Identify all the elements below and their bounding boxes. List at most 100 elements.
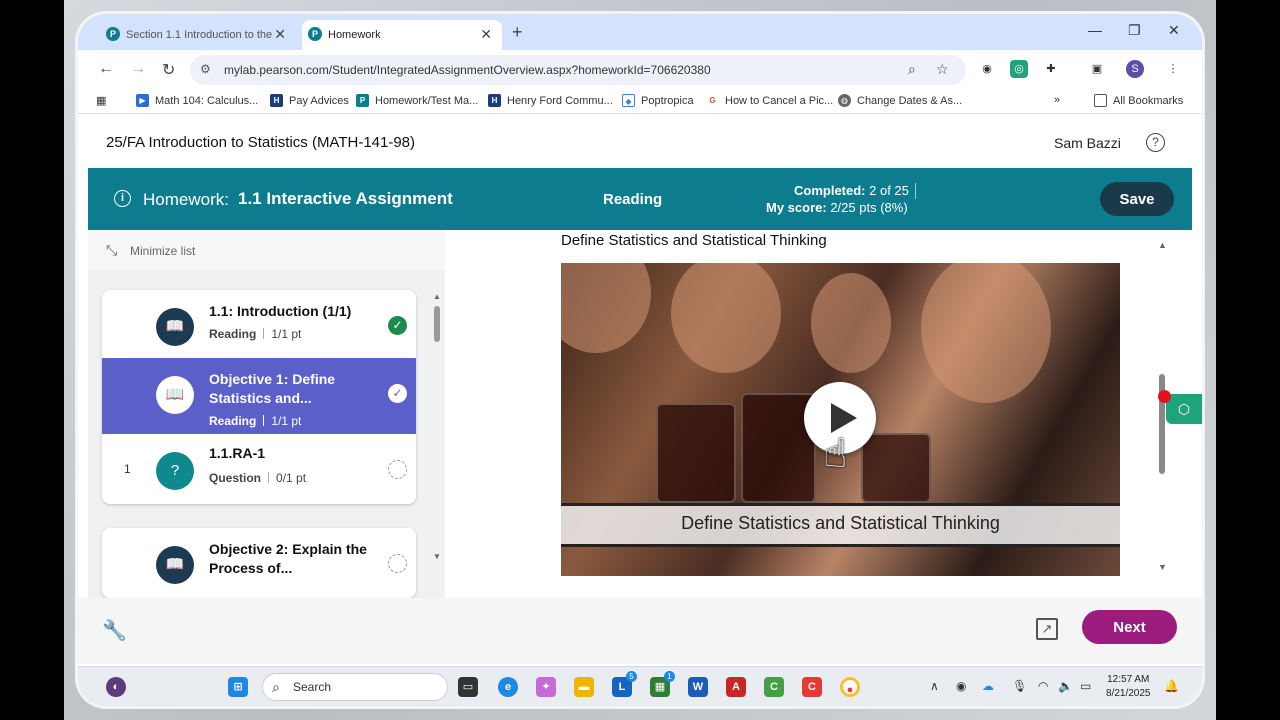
restore-window-icon[interactable]: ❐ (1128, 22, 1141, 39)
apps-icon[interactable]: ▦ (96, 94, 106, 107)
tab-homework[interactable]: P Homework ✕ (302, 20, 502, 50)
list-item[interactable]: 📖 1.1: Introduction (1/1) Reading 1/1 pt … (102, 290, 416, 366)
assignment-banner: i Homework: 1.1 Interactive Assignment R… (88, 168, 1192, 230)
all-bookmarks[interactable]: All Bookmarks (1094, 94, 1183, 107)
task-view-icon[interactable]: ▭ (458, 677, 478, 697)
globe-icon: ◍ (838, 94, 851, 107)
extension-icon[interactable]: ◉ (978, 60, 996, 78)
address-bar[interactable]: ⚙ mylab.pearson.com/Student/IntegratedAs… (190, 55, 966, 85)
screen-border-right (1216, 0, 1280, 720)
tab-section-intro[interactable]: P Section 1.1 Introduction to the ✕ (100, 20, 296, 50)
user-name[interactable]: Sam Bazzi (1054, 135, 1121, 151)
video-frame-shape (921, 263, 1051, 403)
video-frame-shape (656, 403, 736, 503)
item-type: Reading (209, 327, 257, 341)
bookmark-homework-test[interactable]: P Homework/Test Ma... (356, 94, 478, 107)
clock-date: 8/21/2025 (1106, 688, 1151, 699)
list-scrollbar[interactable]: ▲ ▼ (433, 292, 441, 562)
item-points: 1/1 pt (271, 327, 302, 341)
scroll-up-icon[interactable]: ▲ (433, 292, 441, 301)
minimize-list-button[interactable]: ⤡ Minimize list (88, 230, 445, 270)
minimize-list-label: Minimize list (130, 244, 196, 258)
completed-status: Completed: 2 of 25 (794, 183, 909, 198)
scroll-down-icon[interactable]: ▼ (1158, 562, 1167, 572)
tab-search-icon[interactable]: ▣ (1088, 60, 1106, 78)
video-player[interactable]: Define Statistics and Statistical Thinki… (561, 263, 1120, 576)
reload-icon[interactable]: ↻ (162, 60, 175, 80)
browser-toolbar: ← → ↻ ⚙ mylab.pearson.com/Student/Integr… (78, 50, 1202, 90)
word-icon[interactable]: W (688, 677, 708, 697)
help-icon[interactable]: ? (1146, 133, 1165, 152)
wrench-icon[interactable]: 🔧 (102, 618, 127, 643)
edge-icon[interactable]: e (498, 677, 518, 697)
menu-icon[interactable]: ⋮ (1164, 60, 1182, 78)
video-frame-shape (561, 263, 651, 353)
screen-border-left (0, 0, 64, 720)
tray-app-icon[interactable]: ◉ (956, 679, 966, 693)
info-icon[interactable]: i (114, 190, 131, 207)
video-frame-shape (861, 433, 931, 503)
incomplete-icon (388, 460, 407, 479)
file-explorer-icon[interactable]: ▬ (574, 677, 594, 697)
new-tab-icon[interactable]: + (512, 22, 523, 43)
recording-dot-icon (1158, 390, 1171, 403)
minimize-window-icon[interactable]: — (1088, 22, 1102, 38)
list-item[interactable]: 📖 Objective 2: Explain the Process of... (102, 528, 416, 604)
bookmark-henry-ford[interactable]: H Henry Ford Commu... (488, 94, 613, 107)
bookmark-cancel-pic[interactable]: G How to Cancel a Pic... (706, 94, 833, 107)
close-window-icon[interactable]: ✕ (1168, 22, 1180, 39)
profile-avatar[interactable]: S (1126, 60, 1144, 78)
wifi-icon[interactable]: ◠ (1038, 679, 1048, 693)
back-icon[interactable]: ← (98, 60, 114, 78)
grammarly-icon[interactable]: ⬡ (1166, 394, 1202, 424)
notification-icon[interactable]: 🔔 (1164, 679, 1179, 693)
content-heading: Define Statistics and Statistical Thinki… (561, 232, 827, 249)
extension-green-icon[interactable]: ◎ (1010, 60, 1028, 78)
score-status: My score: 2/25 pts (8%) (766, 200, 908, 215)
copilot-icon[interactable]: ✦ (536, 677, 556, 697)
badge-count: 1 (664, 671, 675, 682)
scroll-down-icon[interactable]: ▼ (433, 552, 441, 561)
windows-start-icon[interactable]: ⊞ (228, 677, 248, 697)
battery-icon[interactable]: ▭ (1080, 679, 1091, 693)
extensions-puzzle-icon[interactable]: ✚ (1042, 60, 1060, 78)
bookmark-poptropica[interactable]: ◆ Poptropica (622, 94, 694, 107)
zoom-icon[interactable]: ⌕ (908, 61, 916, 78)
incomplete-icon (388, 554, 407, 573)
collapse-arrows-icon: ⤡ (106, 242, 118, 258)
clock[interactable]: 12:57 AM 8/21/2025 (1106, 673, 1151, 701)
weather-icon[interactable]: ◐ (106, 677, 126, 697)
list-item-selected[interactable]: 📖 Objective 1: Define Statistics and... … (102, 358, 416, 434)
scroll-thumb[interactable] (1159, 374, 1165, 474)
more-bookmarks-icon[interactable]: » (1054, 94, 1060, 106)
taskbar-search[interactable]: ⌕ Search (262, 673, 448, 701)
site-info-icon[interactable]: ⚙ (200, 62, 211, 76)
list-item[interactable]: 1 ? 1.1.RA-1 Question 0/1 pt (102, 434, 416, 510)
scroll-thumb[interactable] (434, 306, 440, 342)
bookmark-star-icon[interactable]: ☆ (936, 61, 949, 78)
volume-icon[interactable]: 🔈 (1058, 679, 1073, 693)
close-icon[interactable]: ✕ (274, 26, 286, 43)
bookmark-math104[interactable]: ▶ Math 104: Calculus... (136, 94, 258, 107)
next-button[interactable]: Next (1082, 610, 1177, 644)
open-external-icon[interactable]: ↗ (1036, 618, 1058, 640)
chrome-icon[interactable]: ● (840, 677, 860, 697)
content-area: Define Statistics and Statistical Thinki… (445, 230, 1192, 598)
score-value: 2/25 pts (8%) (830, 200, 908, 215)
microphone-icon[interactable]: 🎙 (1012, 679, 1027, 693)
onedrive-icon[interactable]: ☁ (982, 679, 994, 693)
green-c-icon[interactable]: C (764, 677, 784, 697)
close-icon[interactable]: ✕ (480, 26, 492, 43)
item-type: Question (209, 471, 262, 485)
red-c-icon[interactable]: C (802, 677, 822, 697)
folder-icon (1094, 94, 1107, 107)
item-title: 1.1.RA-1 (209, 445, 266, 461)
save-button[interactable]: Save (1100, 182, 1174, 216)
tray-chevron-icon[interactable]: ∧ (930, 679, 939, 693)
acrobat-icon[interactable]: A (726, 677, 746, 697)
forward-icon[interactable]: → (130, 60, 146, 78)
bookmark-change-dates[interactable]: ◍ Change Dates & As... (838, 94, 962, 107)
scroll-up-icon[interactable]: ▲ (1158, 240, 1167, 250)
book-icon: 📖 (156, 308, 194, 346)
bookmark-pay-advices[interactable]: H Pay Advices (270, 94, 349, 107)
